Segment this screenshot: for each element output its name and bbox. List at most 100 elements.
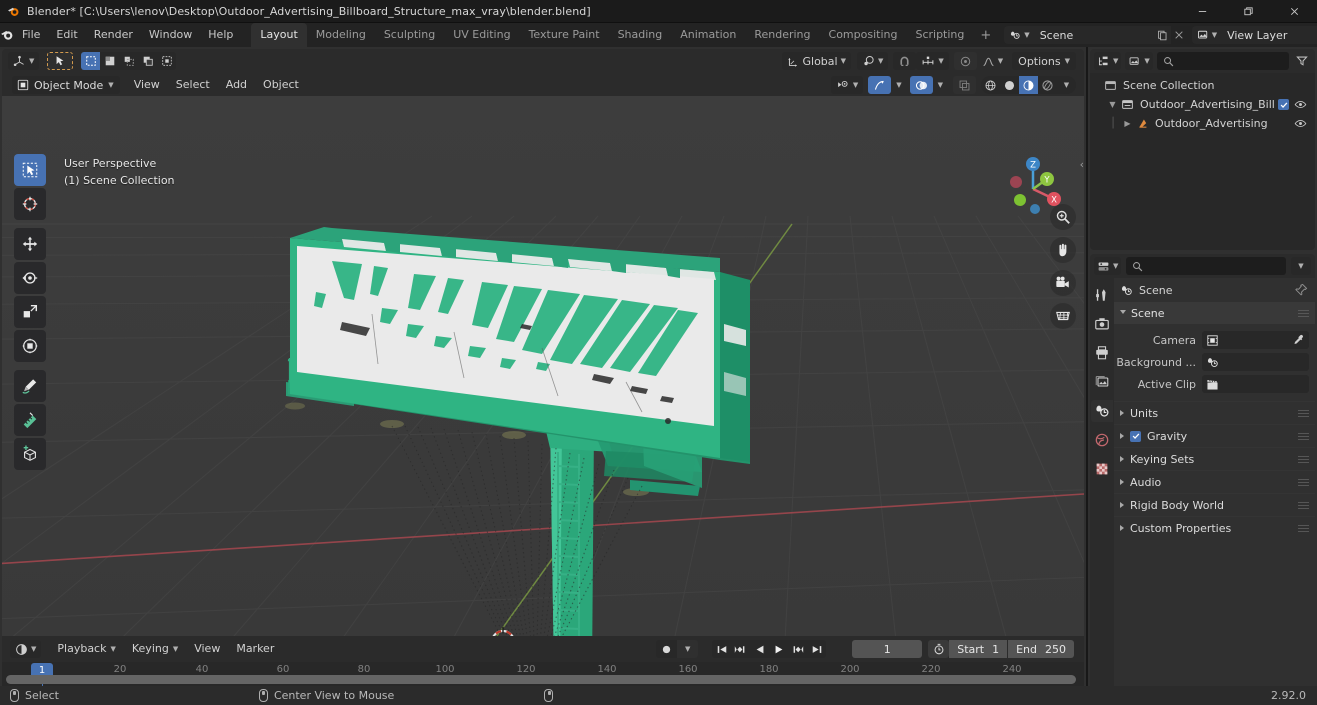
shading-material-preview-icon[interactable] (1019, 76, 1038, 94)
timeline-scrub-strip[interactable]: 20 40 60 80 100 120 140 160 180 200 220 … (2, 662, 1084, 686)
tweak-select-tool-button[interactable] (47, 52, 74, 70)
workspace-tab-rendering[interactable]: Rendering (745, 23, 819, 47)
add-cube-tool[interactable] (14, 438, 46, 470)
blender-menu-icon[interactable] (0, 28, 14, 42)
viewport-sidebar-toggle[interactable]: ‹ (1080, 158, 1084, 171)
pin-icon[interactable] (1295, 283, 1308, 299)
outliner-row-scene-collection[interactable]: Scene Collection (1090, 76, 1315, 95)
timeline-menu-playback[interactable]: Playback ▼ (49, 640, 123, 658)
show-overlays-toggle[interactable] (909, 76, 933, 94)
menu-window[interactable]: Window (141, 26, 200, 44)
properties-tab-scene[interactable] (1091, 400, 1113, 422)
annotate-tool[interactable] (14, 370, 46, 402)
viewport-menu-add[interactable]: Add (218, 76, 255, 94)
toggle-orthographic-icon[interactable] (1050, 303, 1076, 329)
camera-view-icon[interactable] (1050, 270, 1076, 296)
active-clip-field[interactable] (1202, 375, 1309, 393)
camera-field[interactable] (1202, 331, 1309, 349)
auto-keying-toggle[interactable] (656, 640, 678, 658)
viewport-menu-object[interactable]: Object (255, 76, 307, 94)
section-gravity[interactable]: Gravity (1114, 424, 1315, 447)
timeline-menu-marker[interactable]: Marker (228, 640, 282, 658)
toggle-xray-button[interactable] (953, 76, 976, 94)
show-gizmo-toggle[interactable] (868, 76, 892, 94)
current-frame-field[interactable]: 1 (852, 640, 923, 658)
visibility-eye-icon[interactable] (1294, 98, 1307, 114)
properties-tab-render[interactable] (1091, 313, 1113, 335)
editor-type-button[interactable]: ▼ (8, 52, 40, 70)
workspace-tab-uv-editing[interactable]: UV Editing (444, 23, 519, 47)
scale-tool[interactable] (14, 296, 46, 328)
proportional-falloff-button[interactable]: ▼ (977, 52, 1008, 70)
outliner-display-mode-button[interactable]: ▼ (1125, 52, 1153, 70)
play-reverse-button[interactable] (750, 640, 769, 658)
workspace-tab-shading[interactable]: Shading (609, 23, 672, 47)
shading-solid-icon[interactable] (1000, 76, 1019, 94)
interaction-mode-button[interactable]: Object Mode ▼ (12, 76, 120, 94)
menu-render[interactable]: Render (86, 26, 141, 44)
snap-to-button[interactable]: ▼ (916, 52, 949, 70)
workspace-tab-scripting[interactable]: Scripting (906, 23, 973, 47)
disclosure-triangle-down-icon[interactable]: ▼ (1106, 100, 1119, 109)
properties-tab-view-layer[interactable] (1091, 371, 1113, 393)
shading-options-button[interactable]: ▼ (1057, 76, 1076, 94)
rotate-tool[interactable] (14, 262, 46, 294)
menu-file[interactable]: File (14, 26, 48, 44)
viewport-3d-canvas[interactable]: User Perspective (1) Scene Collection X … (2, 96, 1084, 636)
select-intersect-icon[interactable] (157, 52, 176, 70)
view-layer-name-field[interactable]: View Layer (1221, 26, 1317, 44)
collection-checkbox[interactable] (1278, 99, 1289, 110)
proportional-editing-toggle[interactable] (953, 52, 977, 70)
pan-hand-icon[interactable] (1050, 237, 1076, 263)
properties-editor-type-button[interactable]: ▼ (1094, 257, 1122, 275)
pivot-point-button[interactable]: ▼ (856, 52, 889, 70)
outliner-search-input[interactable] (1156, 52, 1289, 70)
disclosure-triangle-right-icon[interactable]: ▶ (1121, 119, 1134, 128)
transform-orientation-button[interactable]: Global ▼ (781, 52, 851, 70)
section-audio[interactable]: Audio (1114, 470, 1315, 493)
outliner-filter-button[interactable] (1293, 55, 1311, 67)
properties-options-button[interactable]: ▼ (1291, 257, 1311, 275)
select-difference-icon[interactable] (138, 52, 157, 70)
section-keying-sets[interactable]: Keying Sets (1114, 447, 1315, 470)
section-custom-properties[interactable]: Custom Properties (1114, 516, 1315, 539)
shading-wireframe-icon[interactable] (981, 76, 1000, 94)
minimize-button[interactable] (1179, 0, 1225, 23)
move-tool[interactable] (14, 228, 46, 260)
overlays-options-button[interactable]: ▼ (933, 76, 948, 94)
gizmo-options-button[interactable]: ▼ (891, 76, 906, 94)
outliner-row-object[interactable]: │ ▶ Outdoor_Advertising (1090, 114, 1315, 133)
workspace-tab-layout[interactable]: Layout (251, 23, 307, 47)
use-preview-range-button[interactable] (928, 640, 950, 658)
viewport-menu-select[interactable]: Select (168, 76, 218, 94)
properties-search-input[interactable] (1126, 257, 1286, 275)
frame-start-field[interactable]: Start 1 (949, 640, 1008, 658)
section-units[interactable]: Units (1114, 401, 1315, 424)
select-box-icon[interactable] (81, 52, 101, 70)
workspace-tab-sculpting[interactable]: Sculpting (375, 23, 444, 47)
cursor-tool[interactable] (14, 188, 46, 220)
workspace-tab-texture-paint[interactable]: Texture Paint (520, 23, 609, 47)
workspace-tab-modeling[interactable]: Modeling (307, 23, 375, 47)
select-extend-icon[interactable] (100, 52, 119, 70)
section-rigid-body-world[interactable]: Rigid Body World (1114, 493, 1315, 516)
properties-tab-output[interactable] (1091, 342, 1113, 364)
select-subtract-icon[interactable] (119, 52, 138, 70)
eyedropper-icon[interactable] (1292, 334, 1304, 349)
timeline-menu-view[interactable]: View (186, 640, 228, 658)
workspace-tab-animation[interactable]: Animation (671, 23, 745, 47)
snap-magnet-toggle[interactable] (893, 52, 917, 70)
viewport-options-button[interactable]: Options ▼ (1012, 52, 1076, 70)
menu-help[interactable]: Help (200, 26, 241, 44)
shading-rendered-icon[interactable] (1038, 76, 1057, 94)
background-scene-field[interactable] (1202, 353, 1309, 371)
jump-to-next-keyframe-button[interactable] (788, 640, 807, 658)
properties-tab-texture[interactable] (1091, 458, 1113, 480)
workspace-tab-compositing[interactable]: Compositing (820, 23, 907, 47)
outliner-tree[interactable]: Scene Collection ▼ Outdoor_Advertising_B… (1090, 73, 1315, 250)
timeline-menu-keying[interactable]: Keying ▼ (124, 640, 186, 658)
gravity-checkbox[interactable] (1130, 430, 1141, 442)
jump-to-prev-keyframe-button[interactable] (731, 640, 750, 658)
properties-tab-world[interactable] (1091, 429, 1113, 451)
tweak-tool[interactable] (14, 154, 46, 186)
